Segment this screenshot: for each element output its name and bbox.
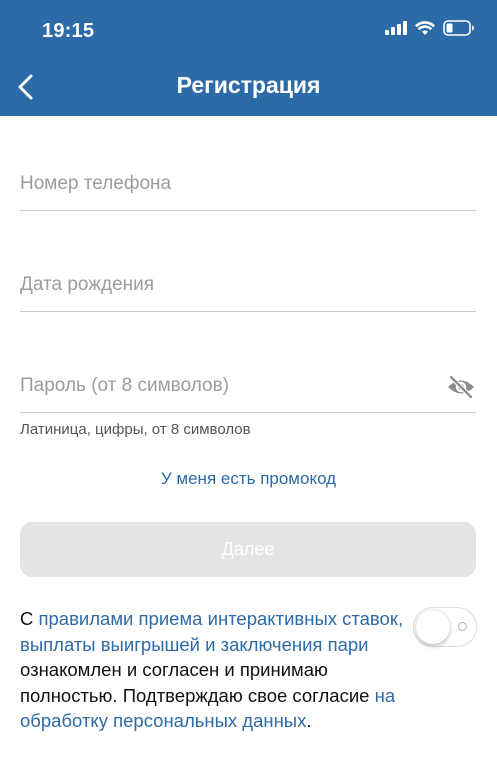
terms-middle: ознакомлен и согласен и принимаю полност…: [20, 659, 375, 706]
terms-text: С правилами приема интерактивных ставок,…: [20, 606, 405, 734]
promo-code-link[interactable]: У меня есть промокод: [0, 469, 497, 489]
password-hint: Латиница, цифры, от 8 символов: [20, 421, 251, 438]
birthdate-field: [20, 265, 476, 312]
terms-suffix: .: [306, 710, 312, 731]
toggle-knob: [416, 609, 450, 644]
password-input[interactable]: [20, 366, 440, 406]
rules-link[interactable]: правилами приема интерактивных ставок, в…: [20, 608, 403, 655]
terms-prefix: С: [20, 608, 39, 629]
birthdate-input[interactable]: [20, 265, 440, 305]
signal-icon: [385, 21, 407, 35]
password-field: [20, 366, 476, 413]
wifi-icon: [415, 20, 435, 36]
phone-input[interactable]: [20, 164, 440, 204]
phone-field: [20, 164, 476, 211]
status-time: 19:15: [42, 20, 95, 42]
toggle-off-indicator: [458, 621, 467, 631]
next-button[interactable]: Далее: [20, 522, 476, 577]
status-icons: [385, 20, 475, 36]
page-title: Регистрация: [176, 72, 321, 98]
battery-icon: [443, 20, 475, 36]
app-header: 19:15 Регистрация: [0, 0, 497, 116]
terms-consent-toggle[interactable]: [413, 607, 477, 647]
eye-off-icon[interactable]: [446, 374, 476, 400]
